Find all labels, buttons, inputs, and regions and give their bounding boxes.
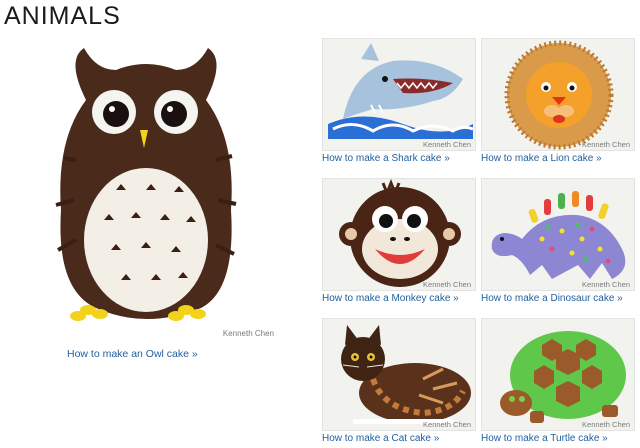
- lion-cake-card: Kenneth Chen How to make a Lion cake »: [481, 38, 635, 164]
- monkey-cake-card: Kenneth Chen How to make a Monkey cake »: [322, 178, 476, 304]
- owl-cake-image[interactable]: [36, 40, 276, 340]
- cat-cake-thumb[interactable]: Kenneth Chen: [322, 318, 476, 431]
- dinosaur-cake-link[interactable]: How to make a Dinosaur cake »: [481, 293, 635, 304]
- dinosaur-cake-image: [482, 179, 634, 290]
- photo-credit: Kenneth Chen: [423, 280, 471, 289]
- turtle-cake-thumb[interactable]: Kenneth Chen: [481, 318, 635, 431]
- photo-credit: Kenneth Chen: [222, 329, 274, 338]
- shark-cake-link[interactable]: How to make a Shark cake »: [322, 153, 476, 164]
- cat-cake-link[interactable]: How to make a Cat cake »: [322, 433, 476, 444]
- shark-cake-card: Kenneth Chen How to make a Shark cake »: [322, 38, 476, 164]
- monkey-cake-link[interactable]: How to make a Monkey cake »: [322, 293, 476, 304]
- cat-cake-card: Kenneth Chen How to make a Cat cake »: [322, 318, 476, 444]
- photo-credit: Kenneth Chen: [423, 420, 471, 429]
- turtle-cake-image: [482, 319, 634, 430]
- cat-cake-image: [323, 319, 475, 430]
- shark-cake-image: [323, 39, 475, 150]
- lion-cake-thumb[interactable]: Kenneth Chen: [481, 38, 635, 151]
- shark-cake-thumb[interactable]: Kenneth Chen: [322, 38, 476, 151]
- photo-credit: Kenneth Chen: [582, 420, 630, 429]
- turtle-cake-card: Kenneth Chen How to make a Turtle cake »: [481, 318, 635, 444]
- lion-cake-image: [482, 39, 634, 150]
- owl-cake-link[interactable]: How to make an Owl cake »: [67, 348, 198, 360]
- monkey-cake-thumb[interactable]: Kenneth Chen: [322, 178, 476, 291]
- photo-credit: Kenneth Chen: [582, 280, 630, 289]
- page-title: ANIMALS: [4, 2, 121, 30]
- turtle-cake-link[interactable]: How to make a Turtle cake »: [481, 433, 635, 444]
- dinosaur-cake-thumb[interactable]: Kenneth Chen: [481, 178, 635, 291]
- monkey-cake-image: [323, 179, 475, 290]
- lion-cake-link[interactable]: How to make a Lion cake »: [481, 153, 635, 164]
- dinosaur-cake-card: Kenneth Chen How to make a Dinosaur cake…: [481, 178, 635, 304]
- photo-credit: Kenneth Chen: [423, 140, 471, 149]
- photo-credit: Kenneth Chen: [582, 140, 630, 149]
- owl-cake-feature: Kenneth Chen: [36, 40, 276, 340]
